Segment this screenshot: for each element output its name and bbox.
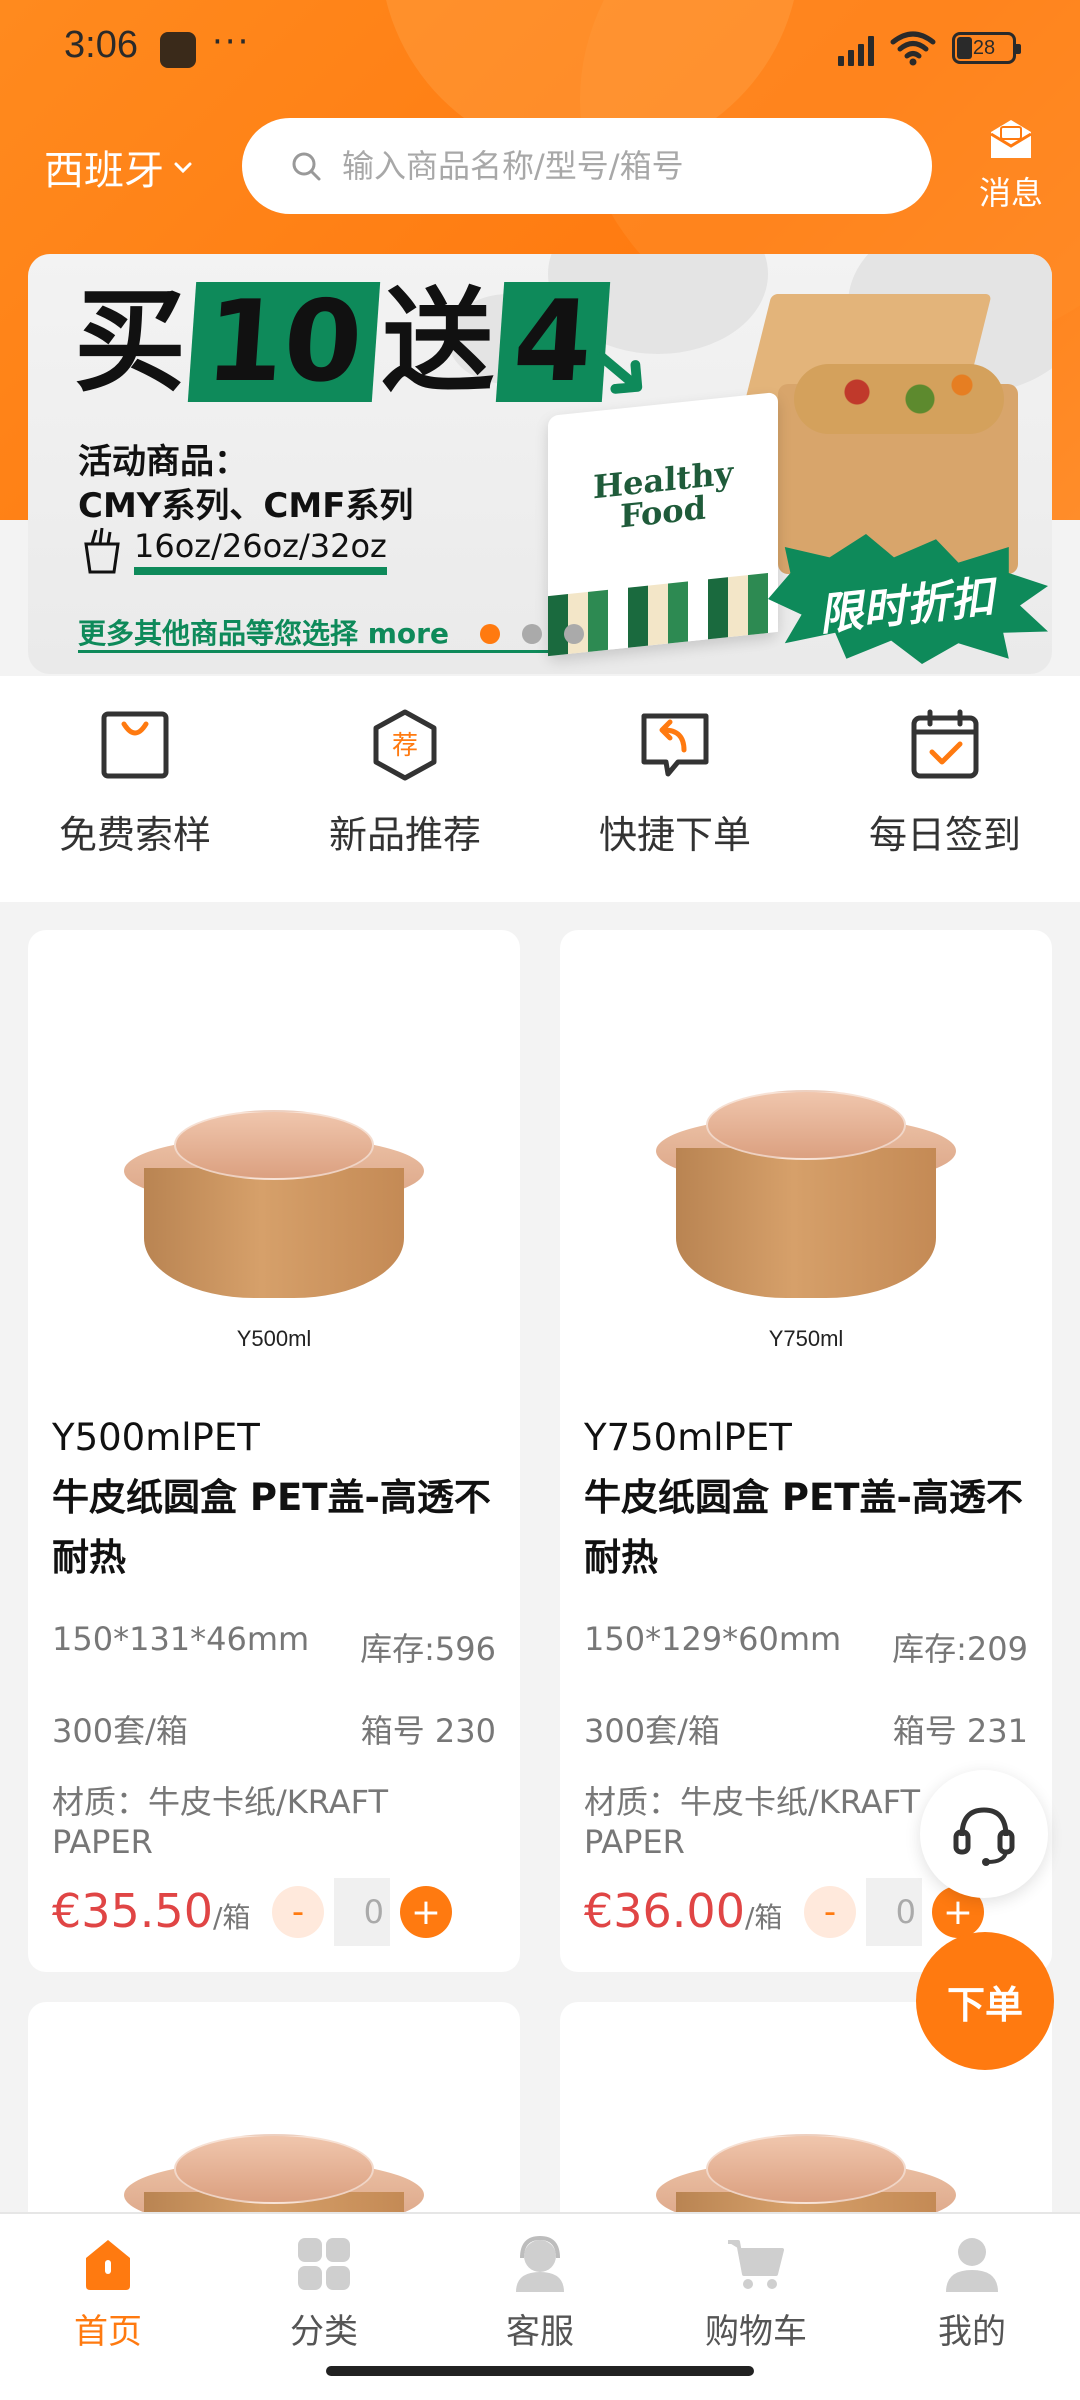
search-bar[interactable] — [242, 118, 932, 214]
quantity-value[interactable]: 0 — [334, 1878, 390, 1946]
message-label: 消息 — [978, 174, 1043, 212]
product-material: 材质：牛皮卡纸/KRAFT PAPER — [52, 1783, 388, 1861]
banner-dot[interactable] — [522, 624, 542, 644]
decrease-button[interactable]: - — [272, 1886, 324, 1938]
banner-sizes: 16oz/26oz/32oz — [80, 526, 387, 576]
product-image-caption: Y500ml — [236, 1326, 312, 1351]
search-input[interactable] — [342, 147, 902, 185]
headset-icon — [953, 1807, 1015, 1866]
nav-item-home[interactable]: 首页 — [0, 2214, 216, 2400]
quick-actions: 免费索样 荐 新品推荐 快捷下单 每日签到 — [0, 676, 1080, 902]
quick-order-icon — [641, 713, 709, 777]
search-icon — [292, 152, 321, 181]
category-icon — [298, 2238, 350, 2290]
signal-icon — [838, 30, 874, 66]
banner-line1: 活动商品： — [78, 442, 248, 482]
product-box-number: 箱号 230 — [360, 1712, 496, 1750]
status-time: 3:06 — [64, 24, 138, 66]
banner-title: 买 10 送 4 — [74, 277, 610, 407]
nav-label: 客服 — [506, 2312, 574, 2352]
banner-pagination — [480, 624, 584, 644]
product-stock: 库存:596 — [360, 1630, 496, 1668]
product-name: Y500mlPET 牛皮纸圆盒 PET盖-高透不耐热 — [52, 1416, 491, 1579]
battery-icon: 28 — [952, 32, 1021, 64]
battery-level: 28 — [972, 36, 996, 59]
nav-label: 购物车 — [705, 2312, 807, 2352]
status-bar: 3:06 ··· 28 — [0, 0, 1080, 96]
banner-more: 更多其他商品等您选择 more — [78, 617, 449, 650]
product-image: Y750ml — [560, 930, 1052, 1360]
message-button[interactable]: 消息 — [966, 118, 1056, 214]
cart-icon — [728, 2240, 784, 2289]
place-order-label: 下单 — [946, 1982, 1023, 2027]
product-dimensions: 150*131*46mm — [52, 1620, 310, 1658]
banner-dot[interactable] — [480, 624, 500, 644]
message-icon — [990, 120, 1032, 158]
product-box-number: 箱号 231 — [892, 1712, 1028, 1750]
increase-button[interactable]: + — [400, 1886, 452, 1938]
nav-label: 首页 — [74, 2312, 142, 2352]
product-pack: 300套/箱 — [584, 1712, 720, 1750]
home-icon — [86, 2240, 130, 2290]
quick-action-label: 每日签到 — [868, 813, 1021, 857]
product-dimensions: 150*129*60mm — [584, 1620, 842, 1658]
location-label: 西班牙 — [44, 148, 164, 194]
nav-label: 我的 — [938, 2312, 1006, 2352]
banner-dot[interactable] — [564, 624, 584, 644]
quantity-stepper: - 0 + — [272, 1878, 452, 1946]
quick-action-label: 快捷下单 — [598, 813, 751, 857]
calendar-check-icon — [911, 709, 979, 779]
quick-action-quick-order[interactable]: 快捷下单 — [540, 676, 810, 902]
home-page: 3:06 ··· 28 西班牙 输入商品名称/型号/箱号 消息 买 10 送 4… — [0, 0, 1080, 2400]
product-image-caption: Y750ml — [768, 1326, 844, 1351]
quick-action-label: 免费索样 — [58, 813, 211, 857]
more-notifications-icon: ··· — [212, 22, 251, 62]
product-name: Y750mlPET 牛皮纸圆盒 PET盖-高透不耐热 — [584, 1416, 1023, 1579]
customer-service-button[interactable] — [920, 1770, 1048, 1898]
healthy-food-box-image: Healthy Food — [548, 391, 778, 657]
product-pack: 300套/箱 — [52, 1712, 188, 1750]
recommend-icon: 荐 — [373, 709, 437, 781]
service-icon — [516, 2235, 564, 2292]
wifi-icon — [890, 31, 936, 66]
product-price: €36.00/箱 — [584, 1884, 783, 1938]
home-indicator — [326, 2366, 754, 2376]
bag-icon — [101, 711, 169, 779]
promo-banner[interactable]: 买 10 送 4 活动商品： CMY系列、CMF系列 16oz/26oz/32o… — [28, 254, 1052, 674]
banner-line2: CMY系列、CMF系列 — [78, 486, 414, 526]
product-price: €35.50/箱 — [52, 1884, 251, 1938]
quick-action-label: 新品推荐 — [328, 813, 481, 857]
quick-action-daily-checkin[interactable]: 每日签到 — [810, 676, 1080, 902]
noodle-box-icon — [84, 527, 120, 574]
location-selector[interactable]: 西班牙 — [44, 138, 194, 196]
chevron-down-icon — [174, 162, 192, 174]
nav-label: 分类 — [290, 2312, 358, 2352]
quantity-value[interactable]: 0 — [866, 1878, 922, 1946]
nav-item-profile[interactable]: 我的 — [864, 2214, 1080, 2400]
decrease-button[interactable]: - — [804, 1886, 856, 1938]
profile-icon — [946, 2238, 998, 2292]
quick-action-new-products[interactable]: 荐 新品推荐 — [270, 676, 540, 902]
product-stock: 库存:209 — [892, 1630, 1028, 1668]
food-box-image — [744, 284, 1052, 584]
place-order-button[interactable]: 下单 — [916, 1932, 1054, 2070]
product-card[interactable]: Y500ml Y500mlPET 牛皮纸圆盒 PET盖-高透不耐热 150*13… — [28, 930, 520, 1972]
quick-action-free-sample[interactable]: 免费索样 — [0, 676, 270, 902]
recommend-badge: 荐 — [392, 731, 418, 761]
product-image: Y500ml — [28, 930, 520, 1360]
app-notification-icon — [160, 32, 196, 68]
